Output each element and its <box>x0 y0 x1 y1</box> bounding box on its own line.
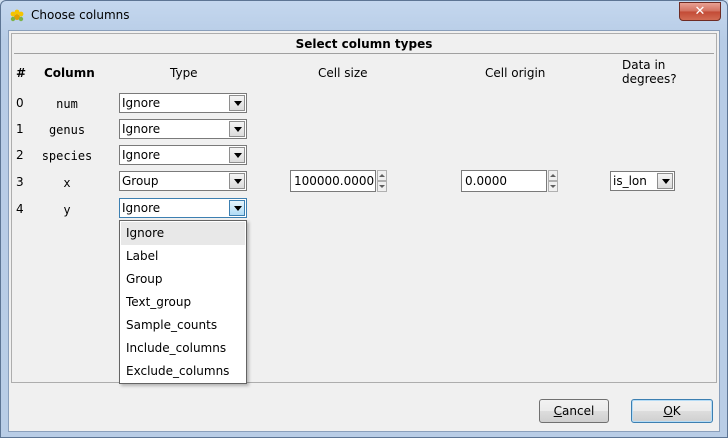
chevron-down-icon[interactable] <box>229 121 245 137</box>
type-select-value: Ignore <box>122 96 161 110</box>
column-name: genus <box>48 123 86 137</box>
dropdown-option[interactable]: Text_group <box>121 291 245 314</box>
column-types-panel: Select column types # Column Type Cell s… <box>11 33 717 384</box>
header-degrees-line1: Data in <box>622 58 666 72</box>
chevron-down-icon[interactable] <box>657 173 673 189</box>
header-divider <box>14 53 714 54</box>
column-name: x <box>63 176 71 190</box>
title-bar[interactable]: Choose columns ✕ <box>1 1 727 31</box>
window-title: Choose columns <box>31 8 130 22</box>
type-select-value: Ignore <box>122 122 161 136</box>
spin-up-icon[interactable] <box>377 170 387 181</box>
type-select-num[interactable]: Ignore <box>119 93 247 113</box>
cell-size-input[interactable]: 100000.0000 <box>290 170 387 192</box>
type-select-value: Group <box>122 174 159 188</box>
dropdown-option[interactable]: Group <box>121 268 245 291</box>
cancel-mnemonic: C <box>553 404 563 418</box>
cell-origin-input[interactable]: 0.0000 <box>461 170 558 192</box>
client-area: Select column types # Column Type Cell s… <box>8 30 720 432</box>
dropdown-option[interactable]: Label <box>121 245 245 268</box>
chevron-down-icon[interactable] <box>229 95 245 111</box>
type-select-value: Ignore <box>122 201 161 215</box>
dropdown-option[interactable]: Exclude_columns <box>121 360 245 383</box>
type-select-y[interactable]: Ignore <box>119 198 247 218</box>
close-icon: ✕ <box>694 4 706 19</box>
spin-down-icon[interactable] <box>548 181 558 192</box>
column-name: species <box>41 149 93 163</box>
dropdown-option[interactable]: Include_columns <box>121 337 245 360</box>
type-dropdown-list: Ignore Label Group Text_group Sample_cou… <box>119 220 247 384</box>
header-type: Type <box>170 66 198 80</box>
app-flower-icon <box>10 9 24 22</box>
header-cell-size: Cell size <box>318 66 368 80</box>
type-select-species[interactable]: Ignore <box>119 145 247 165</box>
degrees-select-value: is_lon <box>613 174 647 188</box>
header-degrees-line2: degrees? <box>622 72 677 86</box>
cell-origin-value: 0.0000 <box>465 174 507 188</box>
degrees-select[interactable]: is_lon <box>610 171 675 191</box>
spin-down-icon[interactable] <box>377 181 387 192</box>
dropdown-option[interactable]: Sample_counts <box>121 314 245 337</box>
ok-mnemonic: O <box>663 404 673 418</box>
header-column: Column <box>44 66 95 80</box>
ok-button[interactable]: OK <box>631 399 713 423</box>
panel-title: Select column types <box>295 37 433 51</box>
column-name: y <box>63 203 71 217</box>
dropdown-option[interactable]: Ignore <box>121 222 245 245</box>
column-name: num <box>56 97 78 111</box>
chevron-down-icon[interactable] <box>229 147 245 163</box>
chevron-down-icon[interactable] <box>229 173 245 189</box>
ok-label: K <box>672 404 681 418</box>
header-cell-origin: Cell origin <box>485 66 546 80</box>
cancel-label: ancel <box>562 404 595 418</box>
cell-size-value: 100000.0000 <box>294 174 375 188</box>
type-select-genus[interactable]: Ignore <box>119 119 247 139</box>
type-select-x[interactable]: Group <box>119 171 247 191</box>
chevron-down-icon[interactable] <box>229 200 245 216</box>
close-button[interactable]: ✕ <box>679 2 721 21</box>
spin-up-icon[interactable] <box>548 170 558 181</box>
cancel-button[interactable]: Cancel <box>539 399 609 423</box>
header-index: # <box>16 66 27 80</box>
dialog-window: Choose columns ✕ Select column types # C… <box>0 0 728 438</box>
type-select-value: Ignore <box>122 148 161 162</box>
